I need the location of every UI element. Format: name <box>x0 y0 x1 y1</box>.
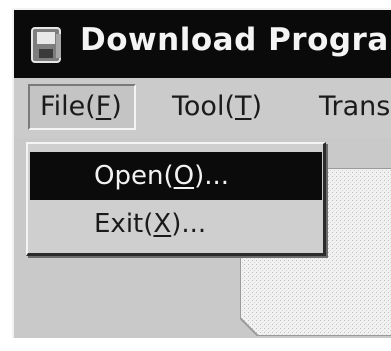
file-dropdown-menu: Open(O)... Exit(X)... <box>26 142 326 256</box>
menu-file[interactable]: File(F) <box>28 84 136 130</box>
menu-file-suffix: ) <box>111 91 122 122</box>
exit-mnemonic: X <box>153 209 172 239</box>
menu-tool-label: Tool( <box>172 91 235 122</box>
title-bar[interactable]: Download Program <box>14 10 391 78</box>
window-title: Download Program <box>80 22 391 58</box>
open-mnemonic: O <box>173 161 195 191</box>
menu-trans-label: Trans <box>319 91 391 122</box>
menu-tool-mnemonic: T <box>234 91 252 122</box>
menu-bar: File(F) Tool(T) Trans <box>14 78 391 138</box>
menu-item-exit[interactable]: Exit(X)... <box>30 200 322 248</box>
open-label: Open( <box>94 161 174 191</box>
menu-file-mnemonic: F <box>95 91 112 122</box>
exit-suffix: )... <box>171 209 207 239</box>
menu-item-open[interactable]: Open(O)... <box>30 152 322 200</box>
menu-tool-suffix: ) <box>251 91 263 122</box>
menu-trans[interactable]: Trans <box>319 84 390 130</box>
app-icon <box>31 27 61 63</box>
app-window: Download Program File(F) Tool(T) Trans O… <box>12 8 391 338</box>
exit-label: Exit( <box>94 209 154 239</box>
menu-file-label: File( <box>40 91 96 122</box>
open-suffix: )... <box>194 161 229 191</box>
menu-tool[interactable]: Tool(T) <box>172 84 262 130</box>
